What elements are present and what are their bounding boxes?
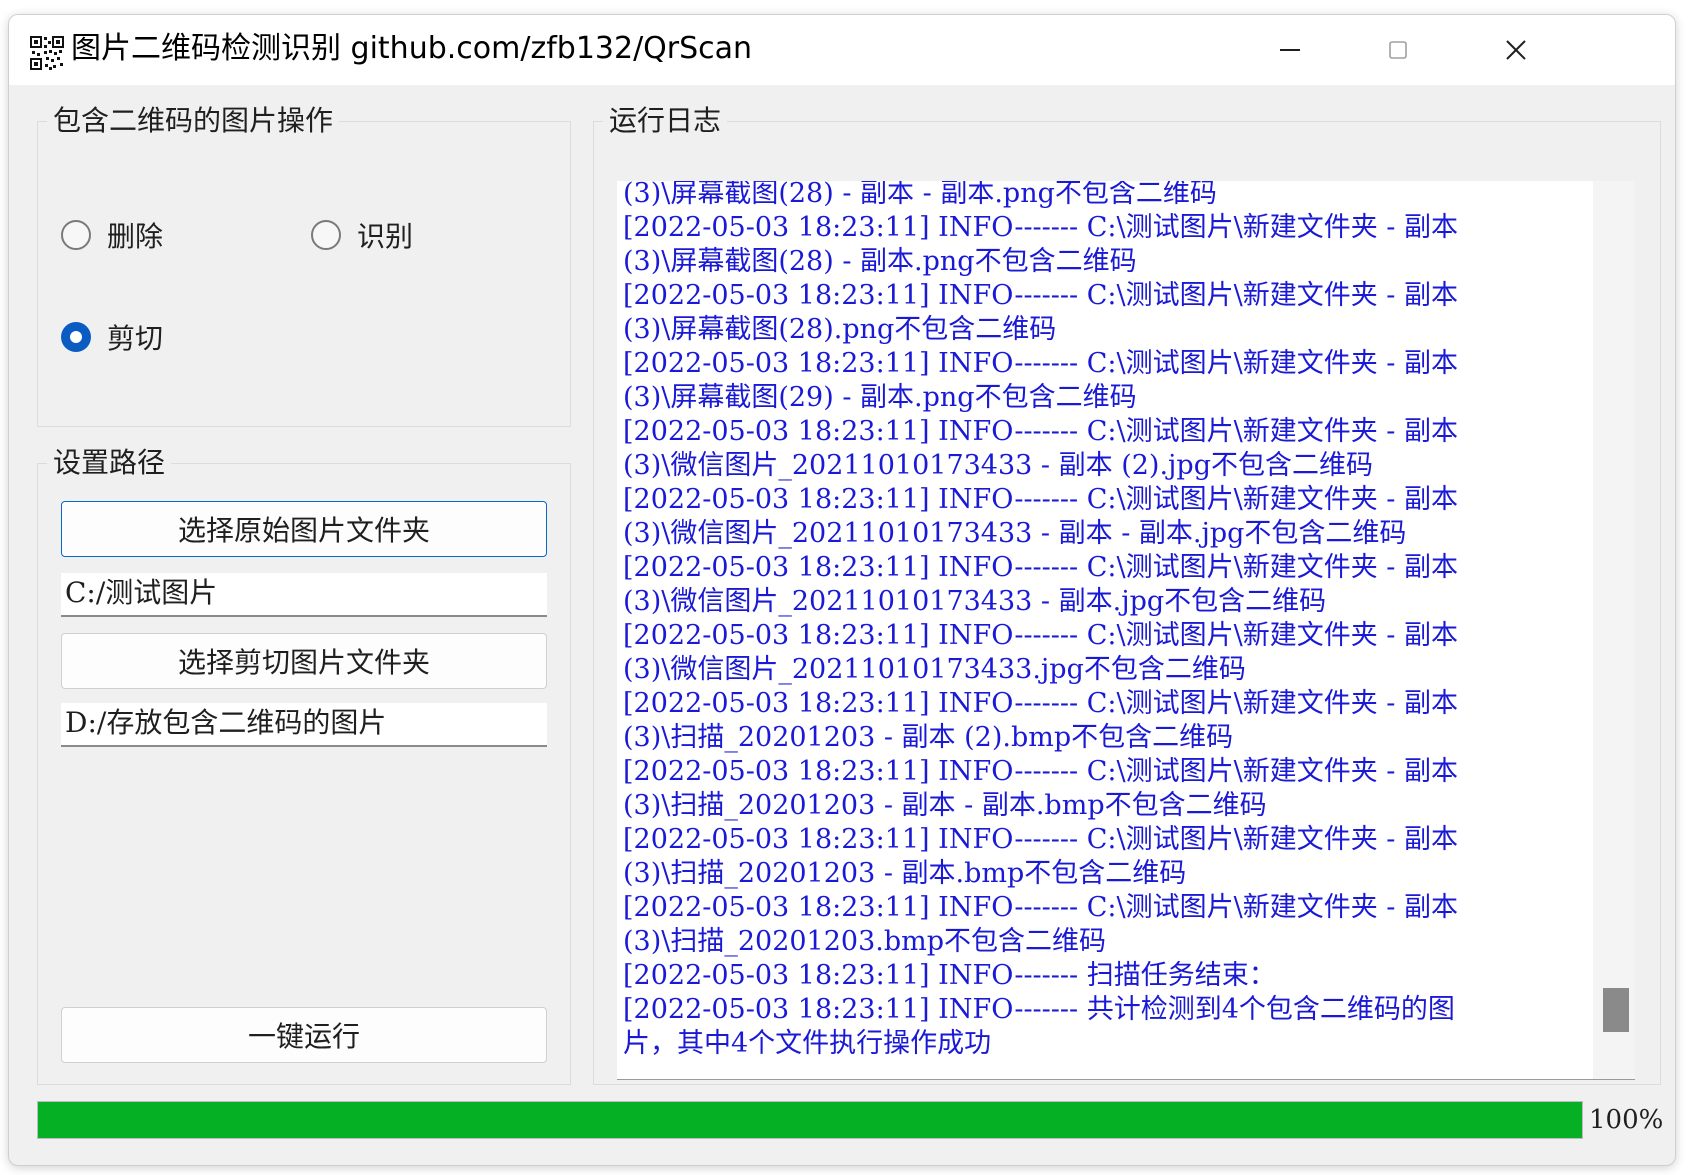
- operations-group-title: 包含二维码的图片操作: [47, 103, 340, 139]
- log-lines: (3)\屏幕截图(28) - 副本 - 副本.png不包含二维码 [2022-05…: [623, 181, 1583, 1061]
- log-textbox[interactable]: (3)\屏幕截图(28) - 副本 - 副本.png不包含二维码 [2022-05…: [617, 181, 1635, 1080]
- log-line: [2022-05-03 18:23:11] INFO------- C:\测试图…: [623, 756, 1458, 787]
- log-line: [2022-05-03 18:23:11] INFO------- C:\测试图…: [623, 212, 1458, 243]
- scrollbar-thumb[interactable]: [1603, 988, 1629, 1032]
- log-line: (3)\扫描_20201203 - 副本 - 副本.bmp不包含二维码: [623, 790, 1267, 821]
- radio-cut[interactable]: 剪切: [61, 317, 163, 357]
- log-line: (3)\微信图片_20211010173433 - 副本 - 副本.jpg不包含…: [623, 518, 1407, 549]
- log-line: (3)\微信图片_20211010173433.jpg不包含二维码: [623, 654, 1246, 685]
- source-path-field[interactable]: C:/测试图片: [61, 573, 547, 617]
- progress-text: 100%: [1589, 1105, 1664, 1135]
- log-line: 片，其中4个文件执行操作成功: [623, 1028, 992, 1059]
- close-button[interactable]: [1461, 15, 1571, 85]
- log-line: [2022-05-03 18:23:11] INFO------- C:\测试图…: [623, 620, 1458, 651]
- log-line: (3)\扫描_20201203 - 副本.bmp不包含二维码: [623, 858, 1187, 889]
- radio-circle[interactable]: [311, 220, 341, 250]
- log-line: (3)\屏幕截图(29) - 副本.png不包含二维码: [623, 382, 1137, 413]
- log-line: (3)\屏幕截图(28).png不包含二维码: [623, 314, 1057, 345]
- close-icon: [1506, 40, 1526, 60]
- qr-code-icon: [29, 35, 65, 71]
- cut-path-field[interactable]: D:/存放包含二维码的图片: [61, 703, 547, 747]
- radio-circle[interactable]: [61, 220, 91, 250]
- log-line: [2022-05-03 18:23:11] INFO------- C:\测试图…: [623, 824, 1458, 855]
- title-bar[interactable]: 图片二维码检测识别 github.com/zfb132/QrScan: [9, 15, 1675, 85]
- log-line: (3)\微信图片_20211010173433 - 副本.jpg不包含二维码: [623, 586, 1327, 617]
- radio-label: 剪切: [107, 322, 164, 355]
- log-line: (3)\微信图片_20211010173433 - 副本 (2).jpg不包含二…: [623, 450, 1373, 481]
- log-line: (3)\扫描_20201203 - 副本 (2).bmp不包含二维码: [623, 722, 1234, 753]
- paths-group-title: 设置路径: [47, 445, 172, 481]
- log-line: [2022-05-03 18:23:11] INFO------- 共计检测到4…: [623, 994, 1455, 1025]
- app-window: 图片二维码检测识别 github.com/zfb132/QrScan 包含二维码…: [8, 14, 1676, 1166]
- log-line: (3)\屏幕截图(28) - 副本 - 副本.png不包含二维码: [623, 181, 1217, 209]
- log-line: [2022-05-03 18:23:11] INFO------- C:\测试图…: [623, 892, 1458, 923]
- minimize-button[interactable]: [1235, 15, 1345, 85]
- minimize-icon: [1280, 49, 1300, 51]
- log-group-title: 运行日志: [603, 103, 728, 139]
- window-title: 图片二维码检测识别 github.com/zfb132/QrScan: [71, 31, 753, 66]
- progress-fill: [38, 1102, 1582, 1138]
- log-line: (3)\屏幕截图(28) - 副本.png不包含二维码: [623, 246, 1137, 277]
- operations-group: [37, 121, 571, 427]
- log-line: [2022-05-03 18:23:11] INFO------- C:\测试图…: [623, 484, 1458, 515]
- log-line: (3)\扫描_20201203.bmp不包含二维码: [623, 926, 1107, 957]
- radio-recognize[interactable]: 识别: [311, 215, 413, 255]
- log-line: [2022-05-03 18:23:11] INFO------- C:\测试图…: [623, 552, 1458, 583]
- maximize-button[interactable]: [1343, 15, 1453, 85]
- log-line: [2022-05-03 18:23:11] INFO------- C:\测试图…: [623, 416, 1458, 447]
- maximize-icon: [1389, 41, 1407, 59]
- radio-label: 删除: [107, 220, 164, 253]
- log-line: [2022-05-03 18:23:11] INFO------- C:\测试图…: [623, 280, 1458, 311]
- select-source-folder-button[interactable]: 选择原始图片文件夹: [61, 501, 547, 557]
- log-line: [2022-05-03 18:23:11] INFO------- C:\测试图…: [623, 688, 1458, 719]
- radio-label: 识别: [357, 220, 414, 253]
- run-button[interactable]: 一键运行: [61, 1007, 547, 1063]
- log-line: [2022-05-03 18:23:11] INFO------- C:\测试图…: [623, 348, 1458, 379]
- progress-bar: [37, 1101, 1583, 1139]
- log-line: [2022-05-03 18:23:11] INFO------- 扫描任务结束…: [623, 960, 1276, 991]
- select-cut-folder-button[interactable]: 选择剪切图片文件夹: [61, 633, 547, 689]
- log-scrollbar[interactable]: [1593, 181, 1635, 1079]
- radio-circle-checked[interactable]: [61, 322, 91, 352]
- radio-delete[interactable]: 删除: [61, 215, 163, 255]
